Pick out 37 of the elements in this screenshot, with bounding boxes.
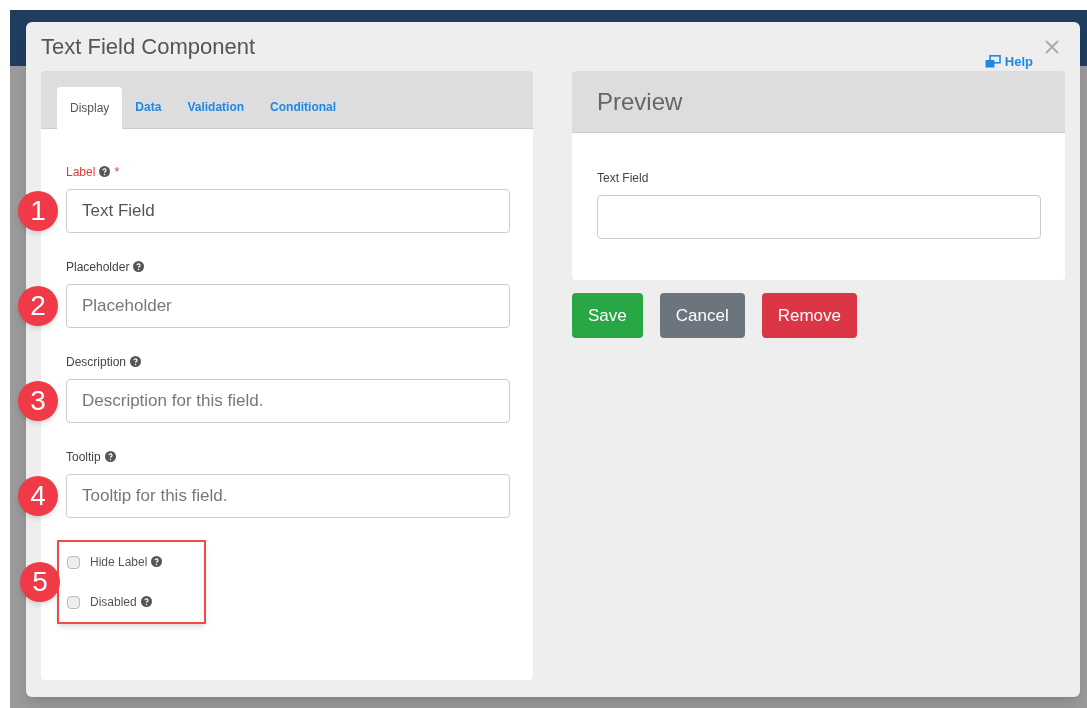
checkbox-label: Disabled <box>90 593 152 611</box>
step-number-badge: 4 <box>18 476 58 516</box>
help-icon <box>104 451 116 462</box>
help-link[interactable]: Help <box>984 52 1033 72</box>
field-label: Text Field <box>597 170 650 187</box>
tab[interactable]: Validation <box>174 86 258 128</box>
step-number-badge: 1 <box>18 191 58 231</box>
tab[interactable]: Display <box>57 87 123 129</box>
close-icon[interactable] <box>1045 40 1059 54</box>
step-number-badge: 3 <box>18 381 58 421</box>
tab[interactable]: Conditional <box>257 86 350 128</box>
text-input-field[interactable] <box>597 195 1041 239</box>
text-input-field[interactable]: Placeholder <box>66 284 510 328</box>
help-icon <box>130 356 142 367</box>
checkbox[interactable] <box>67 555 80 569</box>
action-button[interactable]: Save <box>572 293 643 338</box>
help-icon <box>133 261 145 272</box>
field-label: Description <box>66 353 508 373</box>
help-icon <box>99 166 111 177</box>
text-input-field[interactable]: Text Field <box>66 189 510 233</box>
action-button[interactable]: Cancel <box>659 293 745 338</box>
checkbox-label: Hide Label <box>90 553 163 571</box>
field-label: Tooltip <box>66 448 508 468</box>
field-label: Label * <box>66 164 121 181</box>
checkbox[interactable] <box>67 595 80 609</box>
step-number-badge: 2 <box>18 286 58 326</box>
help-icon <box>151 556 163 567</box>
field-label: Placeholder <box>66 258 508 278</box>
tab[interactable]: Data <box>122 86 175 128</box>
dialog-title: Text Field Component <box>41 33 255 61</box>
help-icon <box>140 596 152 607</box>
text-input-field[interactable]: Tooltip for this field. <box>66 474 510 518</box>
text-input-field[interactable]: Description for this field. <box>66 379 510 423</box>
preview-title: Preview <box>597 86 683 117</box>
step-number-badge: 5 <box>20 562 60 602</box>
windows-icon <box>984 55 1001 69</box>
action-button[interactable]: Remove <box>761 293 857 338</box>
